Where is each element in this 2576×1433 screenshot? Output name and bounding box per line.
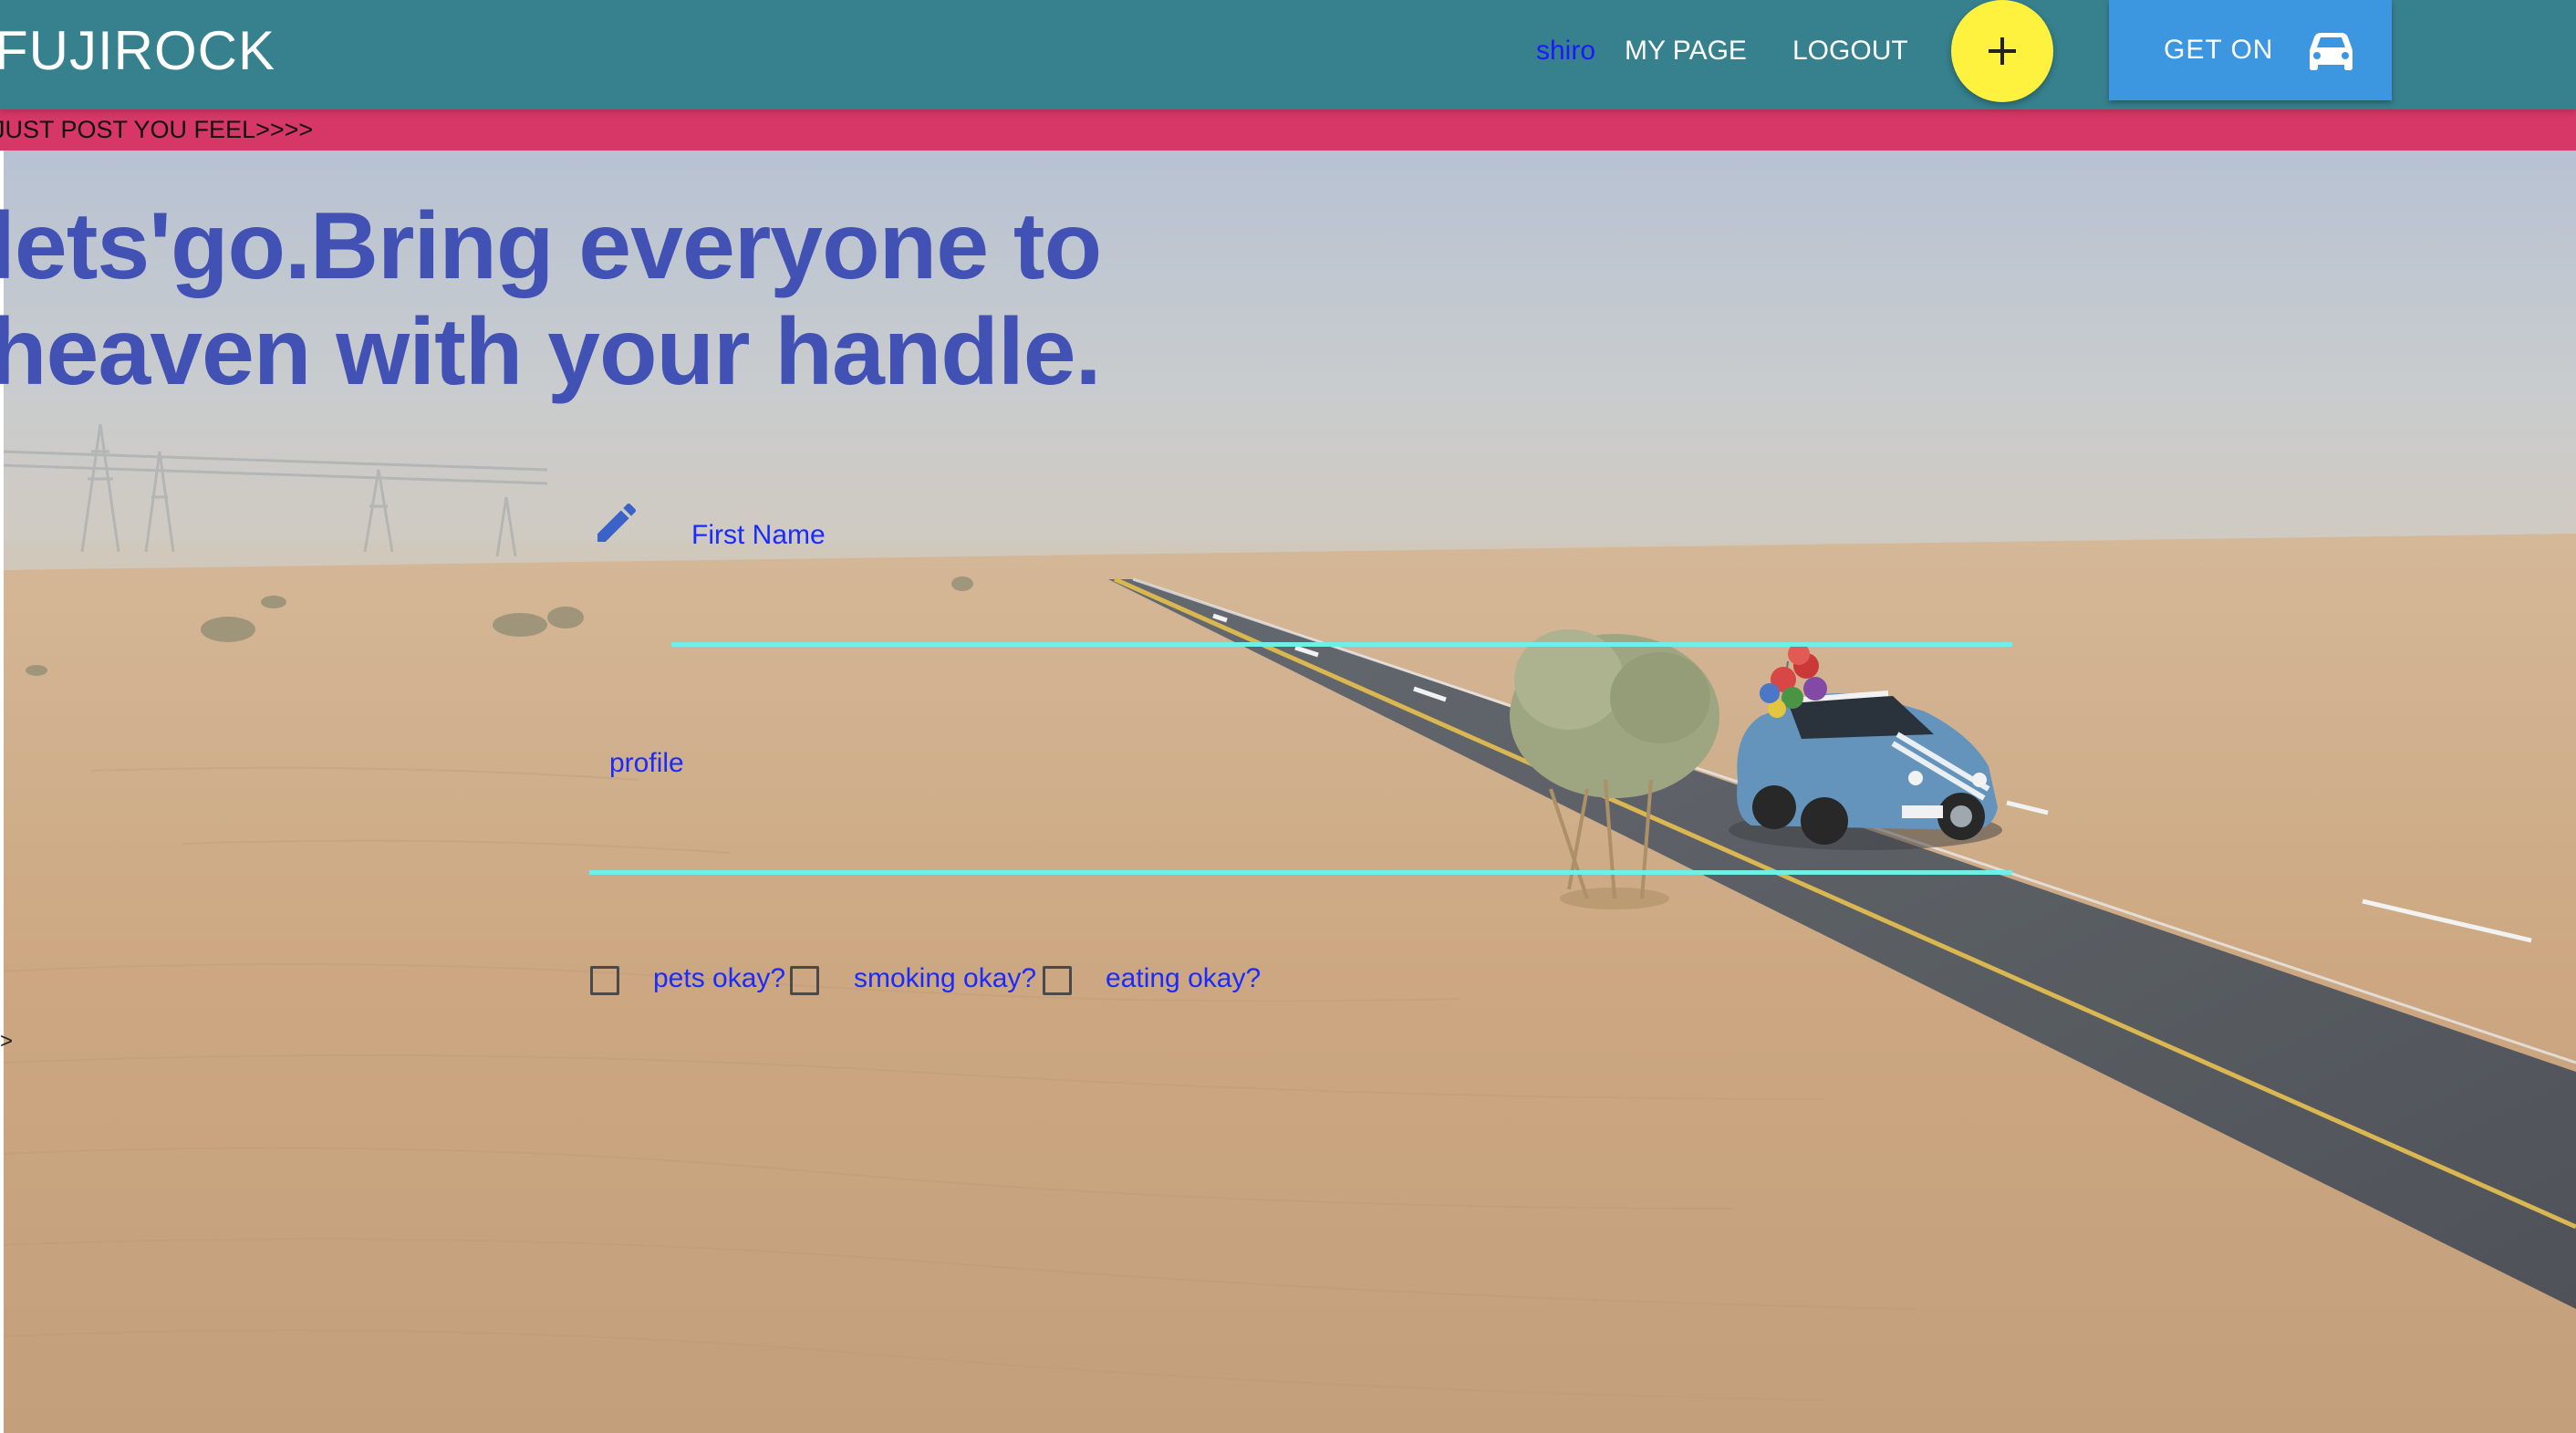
announcement-ticker: JUST POST YOU FEEL>>>>: [0, 109, 2576, 151]
pets-okay-label[interactable]: pets okay?: [653, 963, 785, 994]
profile-underline: [589, 870, 2012, 875]
smoking-okay-label[interactable]: smoking okay?: [854, 963, 1036, 994]
headline-line-1: lets'go.Bring everyone to: [0, 193, 1102, 299]
car-icon: [2310, 33, 2353, 70]
pets-okay-checkbox[interactable]: [590, 966, 619, 995]
hero-headline: lets'go.Bring everyone to heaven with yo…: [0, 193, 1138, 405]
brand-logo[interactable]: FUJIROCK: [0, 0, 275, 102]
headline-line-2: heaven with your handle.: [0, 299, 1101, 405]
edge-arrow-glyph: >: [0, 1029, 14, 1054]
first-name-input[interactable]: [671, 566, 2014, 640]
my-page-link[interactable]: MY PAGE: [1625, 0, 1747, 102]
top-navbar: FUJIROCK shiro MY PAGE LOGOUT GET ON: [0, 0, 2576, 109]
pencil-icon: [597, 503, 637, 542]
profile-label: profile: [609, 748, 684, 778]
profile-input[interactable]: [589, 794, 2014, 868]
username-label: shiro: [1536, 36, 1596, 66]
get-on-button[interactable]: GET ON: [2109, 0, 2392, 100]
add-post-button[interactable]: [1951, 0, 2053, 102]
eating-okay-checkbox[interactable]: [1043, 966, 1072, 995]
logout-link[interactable]: LOGOUT: [1792, 0, 1908, 102]
first-name-label: First Name: [691, 520, 826, 550]
first-name-underline: [671, 642, 2012, 647]
smoking-okay-checkbox[interactable]: [790, 966, 819, 995]
eating-okay-label[interactable]: eating okay?: [1106, 963, 1261, 994]
page: > FUJIROCK shiro MY PAGE LOGOUT GET ON J…: [0, 0, 2576, 1433]
ticker-text: JUST POST YOU FEEL>>>>: [0, 116, 314, 143]
